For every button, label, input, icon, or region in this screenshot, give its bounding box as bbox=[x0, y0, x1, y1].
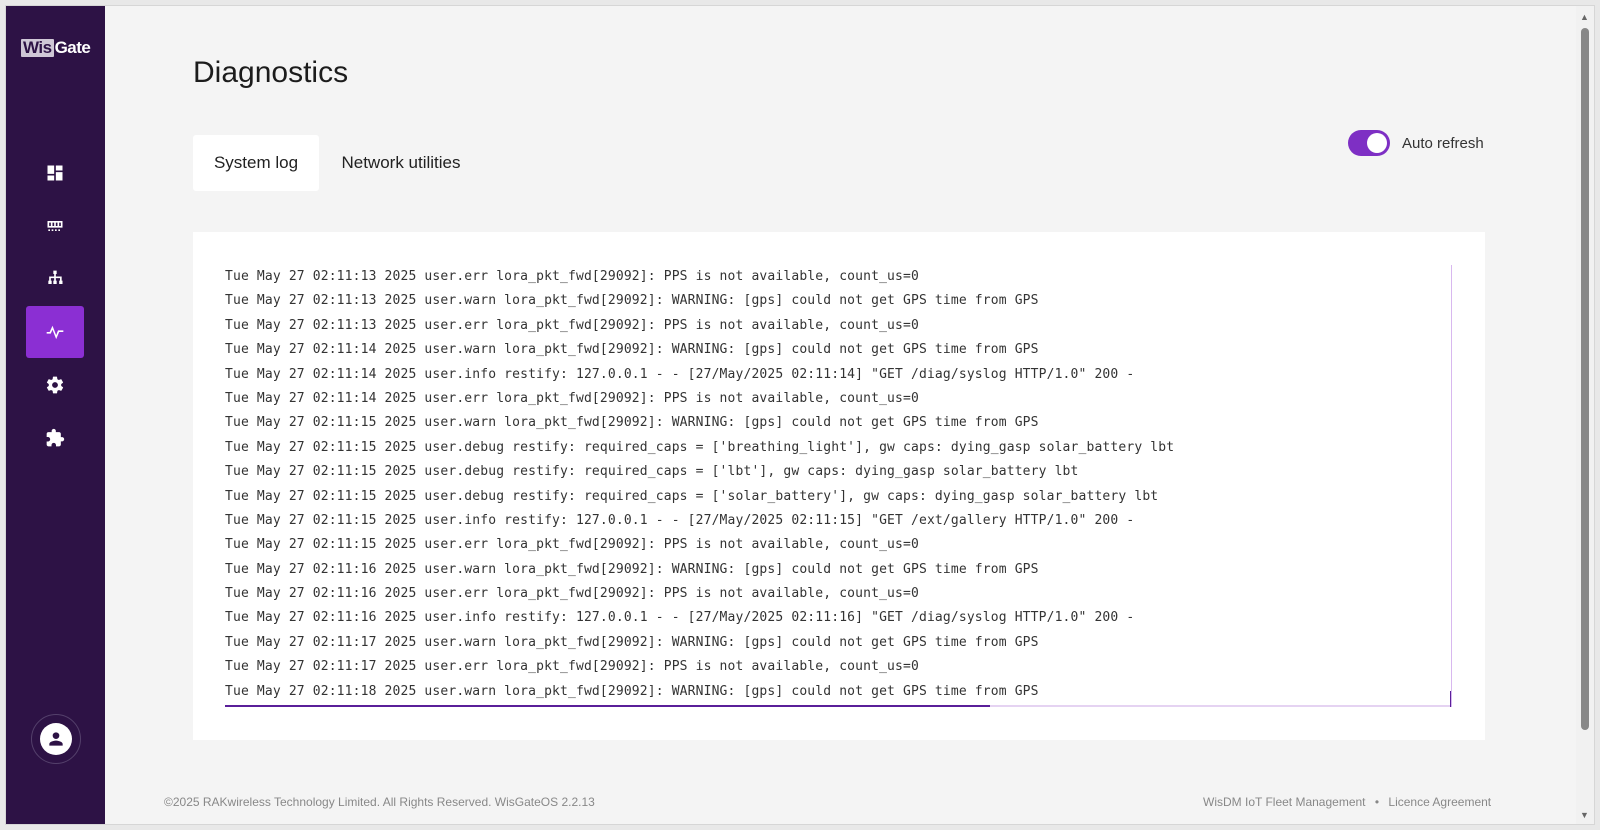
system-log-card: Tue May 27 02:11:13 2025 user.err lora_p… bbox=[193, 232, 1485, 740]
logo-part-wis: Wis bbox=[21, 38, 54, 57]
log-line: Tue May 27 02:11:15 2025 user.debug rest… bbox=[225, 439, 1175, 455]
log-line: Tue May 27 02:11:15 2025 user.debug rest… bbox=[225, 488, 1159, 504]
log-line: Tue May 27 02:11:15 2025 user.err lora_p… bbox=[225, 537, 919, 553]
sidebar-item-dashboard[interactable] bbox=[26, 147, 84, 199]
user-icon bbox=[49, 732, 63, 746]
log-line: Tue May 27 02:11:14 2025 user.err lora_p… bbox=[225, 390, 919, 406]
sidebar: Wis Gate bbox=[6, 6, 105, 824]
network-icon bbox=[48, 270, 63, 284]
page-title: Diagnostics bbox=[193, 56, 349, 89]
log-line: Tue May 27 02:11:13 2025 user.warn lora_… bbox=[225, 293, 1039, 309]
app-window: Wis Gate Diagnostics System log Network u… bbox=[5, 5, 1595, 825]
system-log-viewer[interactable]: Tue May 27 02:11:13 2025 user.err lora_p… bbox=[225, 265, 1452, 707]
avatar bbox=[40, 723, 72, 755]
log-line: Tue May 27 02:11:17 2025 user.err lora_p… bbox=[225, 659, 919, 675]
log-line: Tue May 27 02:11:16 2025 user.err lora_p… bbox=[225, 586, 919, 602]
log-vertical-scroll-thumb[interactable] bbox=[1450, 691, 1451, 707]
log-line: Tue May 27 02:11:13 2025 user.err lora_p… bbox=[225, 317, 919, 333]
sidebar-item-gateway[interactable] bbox=[26, 200, 84, 252]
sidebar-item-network[interactable] bbox=[26, 253, 84, 305]
logo-part-gate: Gate bbox=[54, 38, 91, 57]
sidebar-item-settings[interactable] bbox=[26, 359, 84, 411]
log-line: Tue May 27 02:11:14 2025 user.warn lora_… bbox=[225, 342, 1039, 358]
tab-system-log[interactable]: System log bbox=[193, 135, 319, 191]
scroll-down-arrow-icon[interactable]: ▼ bbox=[1580, 810, 1589, 820]
licence-agreement-link[interactable]: Licence Agreement bbox=[1388, 795, 1491, 809]
sidebar-item-diagnostics[interactable] bbox=[26, 306, 84, 358]
sidebar-item-extensions[interactable] bbox=[26, 412, 84, 464]
log-line: Tue May 27 02:11:15 2025 user.info resti… bbox=[225, 512, 1135, 528]
gateway-icon bbox=[47, 221, 63, 231]
page-scroll-thumb[interactable] bbox=[1581, 28, 1589, 730]
log-line: Tue May 27 02:11:15 2025 user.debug rest… bbox=[225, 464, 1079, 480]
log-line: Tue May 27 02:11:18 2025 user.warn lora_… bbox=[225, 683, 1039, 699]
log-line: Tue May 27 02:11:14 2025 user.info resti… bbox=[225, 366, 1135, 382]
footer-separator: • bbox=[1374, 795, 1380, 809]
scroll-up-arrow-icon[interactable]: ▲ bbox=[1580, 12, 1589, 22]
fleet-management-link[interactable]: WisDM IoT Fleet Management bbox=[1203, 795, 1366, 809]
log-line: Tue May 27 02:11:13 2025 user.err lora_p… bbox=[225, 269, 919, 284]
wisgate-logo[interactable]: Wis Gate bbox=[21, 38, 91, 58]
log-line: Tue May 27 02:11:17 2025 user.warn lora_… bbox=[225, 634, 1039, 650]
page-scrollbar[interactable]: ▲ ▼ bbox=[1576, 6, 1594, 824]
footer-links: WisDM IoT Fleet Management • Licence Agr… bbox=[1203, 795, 1491, 809]
gear-icon bbox=[46, 376, 64, 394]
log-horizontal-scrollbar[interactable] bbox=[225, 705, 1451, 707]
auto-refresh-control: Auto refresh bbox=[1348, 130, 1484, 156]
footer-copyright: ©2025 RAKwireless Technology Limited. Al… bbox=[164, 795, 595, 809]
user-menu-button[interactable] bbox=[31, 714, 81, 764]
log-line: Tue May 27 02:11:16 2025 user.warn lora_… bbox=[225, 561, 1039, 577]
log-horizontal-scroll-thumb[interactable] bbox=[225, 705, 990, 707]
log-line: Tue May 27 02:11:16 2025 user.info resti… bbox=[225, 610, 1135, 626]
toggle-knob bbox=[1367, 133, 1387, 153]
log-lines: Tue May 27 02:11:13 2025 user.err lora_p… bbox=[225, 265, 1451, 704]
dashboard-icon bbox=[47, 165, 63, 181]
tab-network-utilities[interactable]: Network utilities bbox=[330, 135, 472, 191]
auto-refresh-toggle[interactable] bbox=[1348, 130, 1390, 156]
log-line: Tue May 27 02:11:15 2025 user.warn lora_… bbox=[225, 415, 1039, 431]
auto-refresh-label: Auto refresh bbox=[1402, 134, 1484, 152]
activity-icon bbox=[46, 325, 64, 340]
puzzle-icon bbox=[46, 428, 65, 447]
